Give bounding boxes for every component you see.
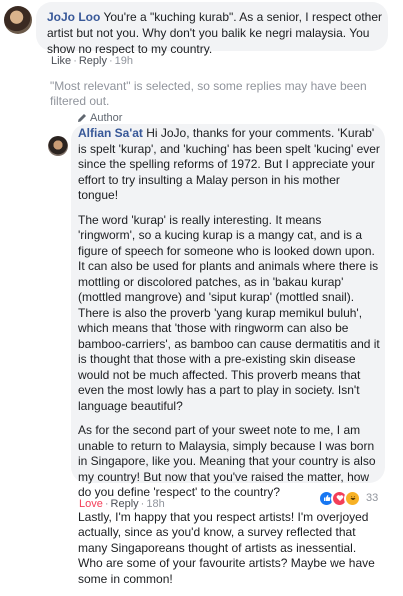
- haha-icon: [344, 489, 361, 507]
- reply-paragraph: Lastly, I'm happy that you respect artis…: [78, 509, 375, 586]
- reply-actions: Love · Reply · 18h: [79, 498, 165, 510]
- commenter-avatar[interactable]: [4, 6, 32, 34]
- author-badge: Author: [77, 112, 122, 124]
- pencil-icon: [77, 113, 87, 123]
- comment-body: JoJo Loo You're a "kuching kurab". As a …: [47, 9, 383, 57]
- reply-author-avatar[interactable]: [48, 136, 68, 156]
- filter-notice: "Most relevant" is selected, so some rep…: [50, 79, 367, 108]
- author-badge-label: Author: [90, 112, 123, 124]
- comment-bubble: JoJo Loo You're a "kuching kurab". As a …: [36, 2, 388, 56]
- reply-author-name[interactable]: Alfian Sa'at: [78, 126, 143, 140]
- reply-paragraph: The word 'kurap' is really interesting. …: [78, 212, 380, 413]
- like-link[interactable]: Like: [51, 55, 71, 67]
- reply-bubble: Alfian Sa'at Hi JoJo, thanks for your co…: [71, 124, 385, 586]
- comment-author-name[interactable]: JoJo Loo: [47, 10, 100, 24]
- comment-timestamp[interactable]: 19h: [115, 55, 133, 67]
- reply-timestamp[interactable]: 18h: [146, 498, 164, 510]
- reply-link[interactable]: Reply: [79, 55, 107, 67]
- reply-body: Alfian Sa'at Hi JoJo, thanks for your co…: [78, 126, 381, 596]
- reaction-summary[interactable]: 33: [318, 487, 378, 509]
- reply-link[interactable]: Reply: [111, 498, 139, 510]
- reply-paragraph: Alfian Sa'at Hi JoJo, thanks for your co…: [78, 126, 381, 204]
- reaction-count: 33: [366, 492, 379, 504]
- love-link[interactable]: Love: [79, 498, 103, 510]
- comment-actions: Like · Reply · 19h: [51, 55, 134, 67]
